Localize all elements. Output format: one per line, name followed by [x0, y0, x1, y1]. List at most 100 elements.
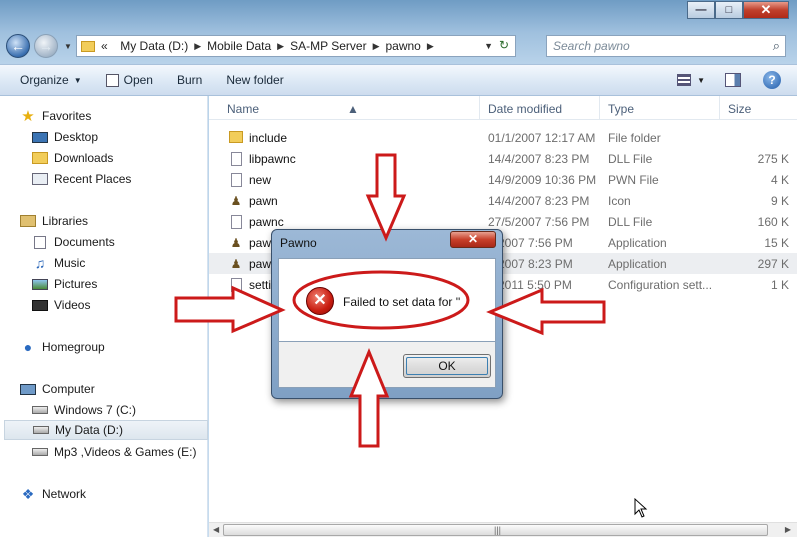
file-row[interactable]: include 01/1/2007 12:17 AM File folder [209, 127, 797, 148]
breadcrumb-mobile-data[interactable]: Mobile Data [207, 39, 271, 53]
nav-drive-d[interactable]: My Data (D:) [4, 420, 208, 440]
organize-button[interactable]: Organize ▼ [20, 73, 82, 87]
search-icon[interactable]: ⌕ [773, 38, 780, 54]
nav-label: Libraries [42, 214, 89, 228]
refresh-icon[interactable]: ↻ [495, 38, 513, 54]
close-button[interactable]: ✕ [743, 1, 789, 19]
address-bar[interactable]: « My Data (D:) ▶ Mobile Data ▶ SA-MP Ser… [76, 35, 516, 57]
nav-desktop[interactable]: Desktop [32, 127, 98, 147]
nav-pictures[interactable]: Pictures [32, 274, 97, 294]
help-icon[interactable]: ? [763, 71, 781, 89]
chevron-right-icon [112, 41, 115, 51]
nav-label: Mp3 ,Videos & Games (E:) [54, 445, 197, 459]
file-name: paw [249, 257, 272, 271]
file-name: include [249, 131, 288, 145]
organize-label: Organize [20, 73, 69, 87]
ok-button[interactable]: OK [403, 354, 491, 378]
nav-computer[interactable]: Computer [20, 379, 95, 399]
toolbar-right: ▼ ? [677, 71, 797, 89]
chevron-right-icon[interactable]: ▶ [277, 41, 284, 52]
dialog-close-button[interactable]: ✕ [450, 231, 496, 248]
column-date-modified[interactable]: Date modified [488, 102, 562, 116]
file-type: Configuration sett... [608, 278, 713, 292]
nav-favorites[interactable]: ★ Favorites [20, 106, 91, 126]
nav-network[interactable]: ❖ Network [20, 484, 86, 504]
nav-music[interactable]: ♫ Music [32, 253, 86, 273]
file-size: 15 K [764, 236, 789, 250]
nav-downloads[interactable]: Downloads [32, 148, 113, 168]
file-row[interactable]: ♟ pawn 14/4/2007 8:23 PM Icon 9 K [209, 190, 797, 211]
file-name: pawn [249, 194, 278, 208]
videos-icon [32, 299, 48, 311]
horizontal-scrollbar[interactable]: ◀ ||| ▶ [209, 522, 797, 537]
file-date: 14/4/2007 8:23 PM [488, 194, 590, 208]
file-date: 14/4/2007 8:23 PM [488, 152, 590, 166]
nav-videos[interactable]: Videos [32, 295, 90, 315]
scrollbar-thumb[interactable]: ||| [223, 524, 768, 536]
focus-ring [406, 357, 488, 375]
file-type: DLL File [608, 215, 653, 229]
back-arrow-icon[interactable]: ← [6, 34, 30, 58]
preview-pane-icon[interactable] [725, 73, 741, 87]
network-icon: ❖ [21, 485, 35, 502]
scroll-left-icon[interactable]: ◀ [213, 525, 219, 534]
pictures-icon [32, 278, 48, 290]
nav-drive-c[interactable]: Windows 7 (C:) [32, 400, 136, 420]
maximize-button[interactable]: □ [715, 1, 743, 19]
burn-button[interactable]: Burn [177, 73, 202, 87]
column-type[interactable]: Type [608, 102, 634, 116]
nav-label: Network [42, 487, 87, 501]
file-date: 27/5/2007 7:56 PM [488, 215, 590, 229]
file-name: pawnc [249, 215, 284, 229]
search-input[interactable]: Search pawno ⌕ [546, 35, 786, 57]
nav-label: Desktop [54, 130, 99, 144]
error-dialog: Pawno ✕ ✕ Failed to set data for '' OK [271, 229, 503, 399]
navigation-pane: ★ Favorites Desktop Downloads Recent Plac… [0, 96, 208, 537]
file-name: setti [249, 278, 272, 292]
breadcrumb-overflow[interactable]: « [101, 39, 108, 53]
drive-icon [33, 426, 49, 434]
chevron-right-icon[interactable]: ▶ [373, 41, 380, 52]
new-folder-button[interactable]: New folder [226, 73, 283, 87]
nav-label: Homegroup [42, 340, 105, 354]
file-row[interactable]: new 14/9/2009 10:36 PM PWN File 4 K [209, 169, 797, 190]
drive-icon [32, 448, 48, 456]
pawn-icon: ♟ [230, 194, 242, 208]
view-options-icon[interactable] [677, 74, 692, 86]
nav-label: Windows 7 (C:) [54, 403, 137, 417]
nav-documents[interactable]: Documents [32, 232, 115, 252]
scroll-right-icon[interactable]: ▶ [785, 525, 791, 534]
settings-file-icon [231, 278, 242, 292]
pawn-icon: ♟ [230, 236, 242, 250]
nav-recent-places[interactable]: Recent Places [32, 169, 131, 189]
address-dropdown-icon[interactable]: ▼ [484, 41, 493, 51]
file-row[interactable]: libpawnc 14/4/2007 8:23 PM DLL File 275 … [209, 148, 797, 169]
nav-label: Videos [54, 298, 91, 312]
error-message: Failed to set data for '' [343, 295, 461, 309]
open-button[interactable]: Open [105, 73, 153, 87]
nav-label: Downloads [54, 151, 114, 165]
nav-homegroup[interactable]: ● Homegroup [20, 337, 105, 357]
forward-arrow-icon[interactable]: → [34, 34, 58, 58]
error-icon: ✕ [306, 287, 334, 315]
file-size: 9 K [770, 194, 789, 208]
computer-icon [20, 383, 36, 395]
chevron-down-icon[interactable]: ▼ [697, 76, 705, 85]
column-name[interactable]: Name [227, 102, 259, 116]
homegroup-icon: ● [23, 339, 33, 355]
file-type: Application [608, 236, 667, 250]
nav-libraries[interactable]: Libraries [20, 211, 88, 231]
file-type: Application [608, 257, 667, 271]
chevron-right-icon[interactable]: ▶ [194, 41, 201, 52]
file-type: Icon [608, 194, 631, 208]
recent-pages-dropdown-icon[interactable]: ▼ [64, 42, 72, 51]
dialog-body: ✕ Failed to set data for '' [278, 258, 496, 342]
nav-drive-e[interactable]: Mp3 ,Videos & Games (E:) [32, 442, 197, 462]
column-size[interactable]: Size [728, 102, 751, 116]
dialog-title: Pawno [280, 236, 317, 250]
chevron-right-icon[interactable]: ▶ [427, 41, 434, 52]
breadcrumb-my-data[interactable]: My Data (D:) [120, 39, 188, 53]
minimize-button[interactable]: — [687, 1, 715, 19]
breadcrumb-pawno[interactable]: pawno [385, 39, 420, 53]
breadcrumb-sa-mp-server[interactable]: SA-MP Server [290, 39, 366, 53]
